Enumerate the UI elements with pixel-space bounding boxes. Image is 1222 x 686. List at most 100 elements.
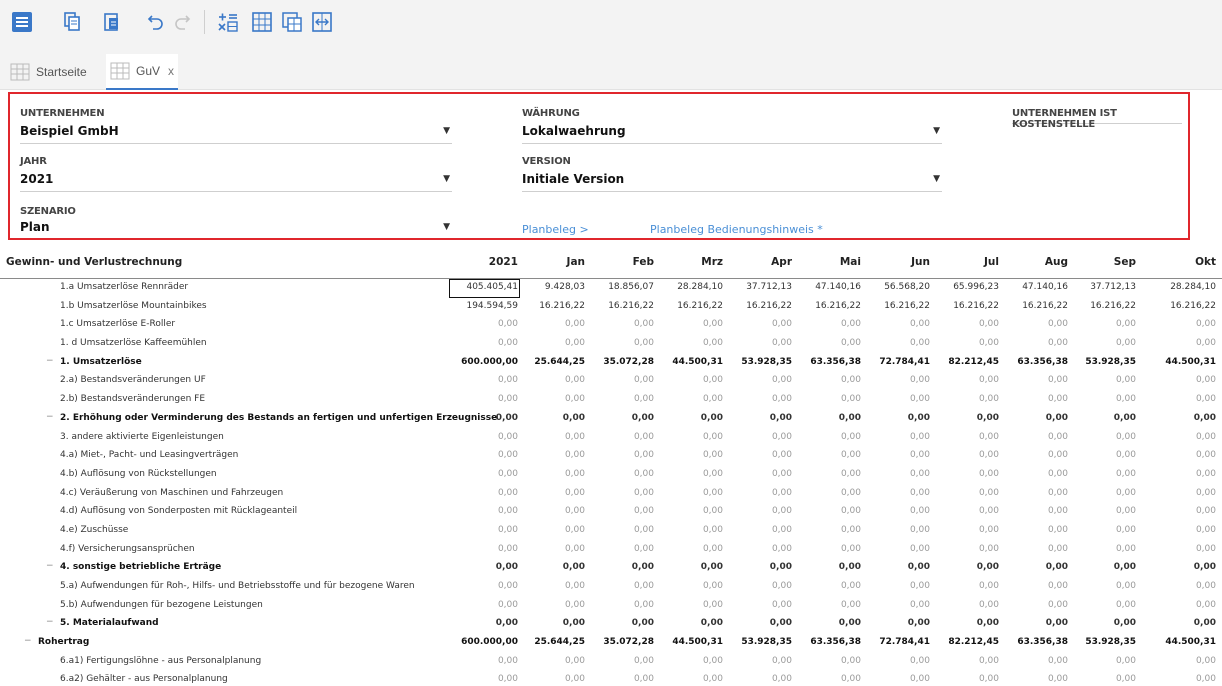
- table-cell[interactable]: 82.212,45: [933, 637, 999, 647]
- table-cell[interactable]: 0,00: [726, 338, 792, 348]
- table-row[interactable]: 4.a) Miet-, Pacht- und Leasingverträgen 0…: [0, 447, 1222, 466]
- waehrung-select[interactable]: Lokalwaehrung ▼: [522, 124, 942, 144]
- table-cell[interactable]: 0,00: [1150, 319, 1216, 329]
- table-cell[interactable]: 0,00: [519, 544, 585, 554]
- column-header[interactable]: Jun: [864, 256, 930, 268]
- table-cell[interactable]: 0,00: [452, 432, 518, 442]
- table-cell[interactable]: 16.216,22: [1150, 301, 1216, 311]
- column-header[interactable]: Aug: [1002, 256, 1068, 268]
- table-cell[interactable]: 16.216,22: [588, 301, 654, 311]
- table-cell[interactable]: 0,00: [1150, 656, 1216, 666]
- table-cell[interactable]: 0,00: [933, 656, 999, 666]
- table-cell[interactable]: 0,00: [726, 488, 792, 498]
- table-cell[interactable]: 0,00: [1070, 674, 1136, 684]
- table-cell[interactable]: 0,00: [795, 338, 861, 348]
- table-cell[interactable]: 0,00: [933, 488, 999, 498]
- table-cell[interactable]: 0,00: [1070, 432, 1136, 442]
- table-cell[interactable]: 0,00: [1070, 319, 1136, 329]
- table-cell[interactable]: 0,00: [795, 432, 861, 442]
- table-row[interactable]: 4.d) Auflösung von Sonderposten mit Rück…: [0, 503, 1222, 522]
- table-cell[interactable]: 0,00: [1070, 506, 1136, 516]
- table-cell[interactable]: 0,00: [1070, 469, 1136, 479]
- table-cell[interactable]: 0,00: [864, 413, 930, 423]
- table-cell[interactable]: 72.784,41: [864, 357, 930, 367]
- table-cell[interactable]: 0,00: [795, 506, 861, 516]
- collapse-icon[interactable]: −: [46, 412, 54, 422]
- table-cell[interactable]: 0,00: [452, 525, 518, 535]
- table-cell[interactable]: 0,00: [1002, 618, 1068, 628]
- table-cell[interactable]: 0,00: [864, 469, 930, 479]
- table-cell[interactable]: 0,00: [864, 581, 930, 591]
- table-row[interactable]: 4.c) Veräußerung von Maschinen und Fahrz…: [0, 485, 1222, 504]
- table-cell[interactable]: 9.428,03: [519, 282, 585, 292]
- table-cell[interactable]: 0,00: [864, 506, 930, 516]
- table-cell[interactable]: 0,00: [864, 394, 930, 404]
- table-cell[interactable]: 0,00: [726, 450, 792, 460]
- table-cell[interactable]: 0,00: [519, 432, 585, 442]
- table-cell[interactable]: 0,00: [933, 413, 999, 423]
- table-cell[interactable]: 0,00: [519, 525, 585, 535]
- table-cell[interactable]: 0,00: [1070, 413, 1136, 423]
- table-cell[interactable]: 0,00: [933, 581, 999, 591]
- table-cell[interactable]: 0,00: [1150, 469, 1216, 479]
- table-cell[interactable]: 0,00: [452, 581, 518, 591]
- table-cell[interactable]: 44.500,31: [1150, 357, 1216, 367]
- table-cell[interactable]: 0,00: [1002, 394, 1068, 404]
- table-cell[interactable]: 600.000,00: [452, 637, 518, 647]
- column-header[interactable]: Feb: [588, 256, 654, 268]
- column-header[interactable]: Apr: [726, 256, 792, 268]
- table-cell[interactable]: 0,00: [452, 338, 518, 348]
- table-row[interactable]: − Rohertrag 600.000,00 25.644,25 35.072,28 44…: [0, 634, 1222, 653]
- table-cell[interactable]: 0,00: [1150, 413, 1216, 423]
- table-cell[interactable]: 0,00: [933, 375, 999, 385]
- table-cell[interactable]: 53.928,35: [1070, 357, 1136, 367]
- table-row[interactable]: −5. Materialaufwand 0,00 0,00 0,00 0,00 0,00 0…: [0, 615, 1222, 634]
- table-cell[interactable]: 0,00: [452, 506, 518, 516]
- table-cell[interactable]: 0,00: [1070, 488, 1136, 498]
- table-cell[interactable]: 0,00: [657, 469, 723, 479]
- table-row[interactable]: 4.e) Zuschüsse 0,00 0,00 0,00 0,00 0,00 0,00 0,…: [0, 522, 1222, 541]
- column-header[interactable]: Jan: [519, 256, 585, 268]
- table-cell[interactable]: 0,00: [795, 319, 861, 329]
- table-cell[interactable]: 25.644,25: [519, 637, 585, 647]
- table-cell[interactable]: 0,00: [1002, 506, 1068, 516]
- table-row[interactable]: 1.a Umsatzerlöse Rennräder 405.405,41 9.42…: [0, 279, 1222, 298]
- table-cell[interactable]: 0,00: [452, 450, 518, 460]
- table-row[interactable]: −2. Erhöhung oder Verminderung des Besta…: [0, 410, 1222, 429]
- table-cell[interactable]: 0,00: [588, 394, 654, 404]
- tab-startseite[interactable]: Startseite: [10, 54, 98, 90]
- table-cell[interactable]: 0,00: [864, 656, 930, 666]
- table-cell[interactable]: 0,00: [1070, 375, 1136, 385]
- table-cell[interactable]: 0,00: [519, 506, 585, 516]
- table-cell[interactable]: 0,00: [588, 506, 654, 516]
- table-icon[interactable]: [250, 10, 274, 34]
- table-cell[interactable]: 0,00: [726, 581, 792, 591]
- table-cell[interactable]: 0,00: [588, 338, 654, 348]
- table-cell[interactable]: 0,00: [1150, 375, 1216, 385]
- table-cell[interactable]: 0,00: [588, 450, 654, 460]
- collapse-icon[interactable]: −: [46, 561, 54, 571]
- redo-icon[interactable]: [170, 10, 194, 34]
- table-cell[interactable]: 0,00: [1150, 432, 1216, 442]
- table-cell[interactable]: 0,00: [726, 469, 792, 479]
- table-cell[interactable]: 0,00: [933, 562, 999, 572]
- table-cell[interactable]: 0,00: [864, 488, 930, 498]
- table-cell[interactable]: 0,00: [1150, 544, 1216, 554]
- table-row[interactable]: 1.b Umsatzerlöse Mountainbikes 194.594,59…: [0, 298, 1222, 317]
- column-header[interactable]: Okt: [1150, 256, 1216, 268]
- table-cell[interactable]: 0,00: [1150, 450, 1216, 460]
- table-cell[interactable]: 0,00: [588, 562, 654, 572]
- table-cell[interactable]: 0,00: [657, 375, 723, 385]
- table-row[interactable]: 4.f) Versicherungsansprüchen 0,00 0,00 0,00…: [0, 541, 1222, 560]
- table-cell[interactable]: 16.216,22: [519, 301, 585, 311]
- table-cell[interactable]: 194.594,59: [452, 301, 518, 311]
- table-cell[interactable]: 44.500,31: [657, 637, 723, 647]
- table-cell[interactable]: 0,00: [452, 674, 518, 684]
- table-cell[interactable]: 0,00: [1150, 618, 1216, 628]
- table-row[interactable]: 2.a) Bestandsveränderungen UF 0,00 0,00 0,0…: [0, 372, 1222, 391]
- table-cell[interactable]: 0,00: [795, 375, 861, 385]
- table-cell[interactable]: 0,00: [1150, 488, 1216, 498]
- table-cell[interactable]: 0,00: [519, 469, 585, 479]
- table-cell[interactable]: 0,00: [933, 394, 999, 404]
- table-cell[interactable]: 0,00: [726, 544, 792, 554]
